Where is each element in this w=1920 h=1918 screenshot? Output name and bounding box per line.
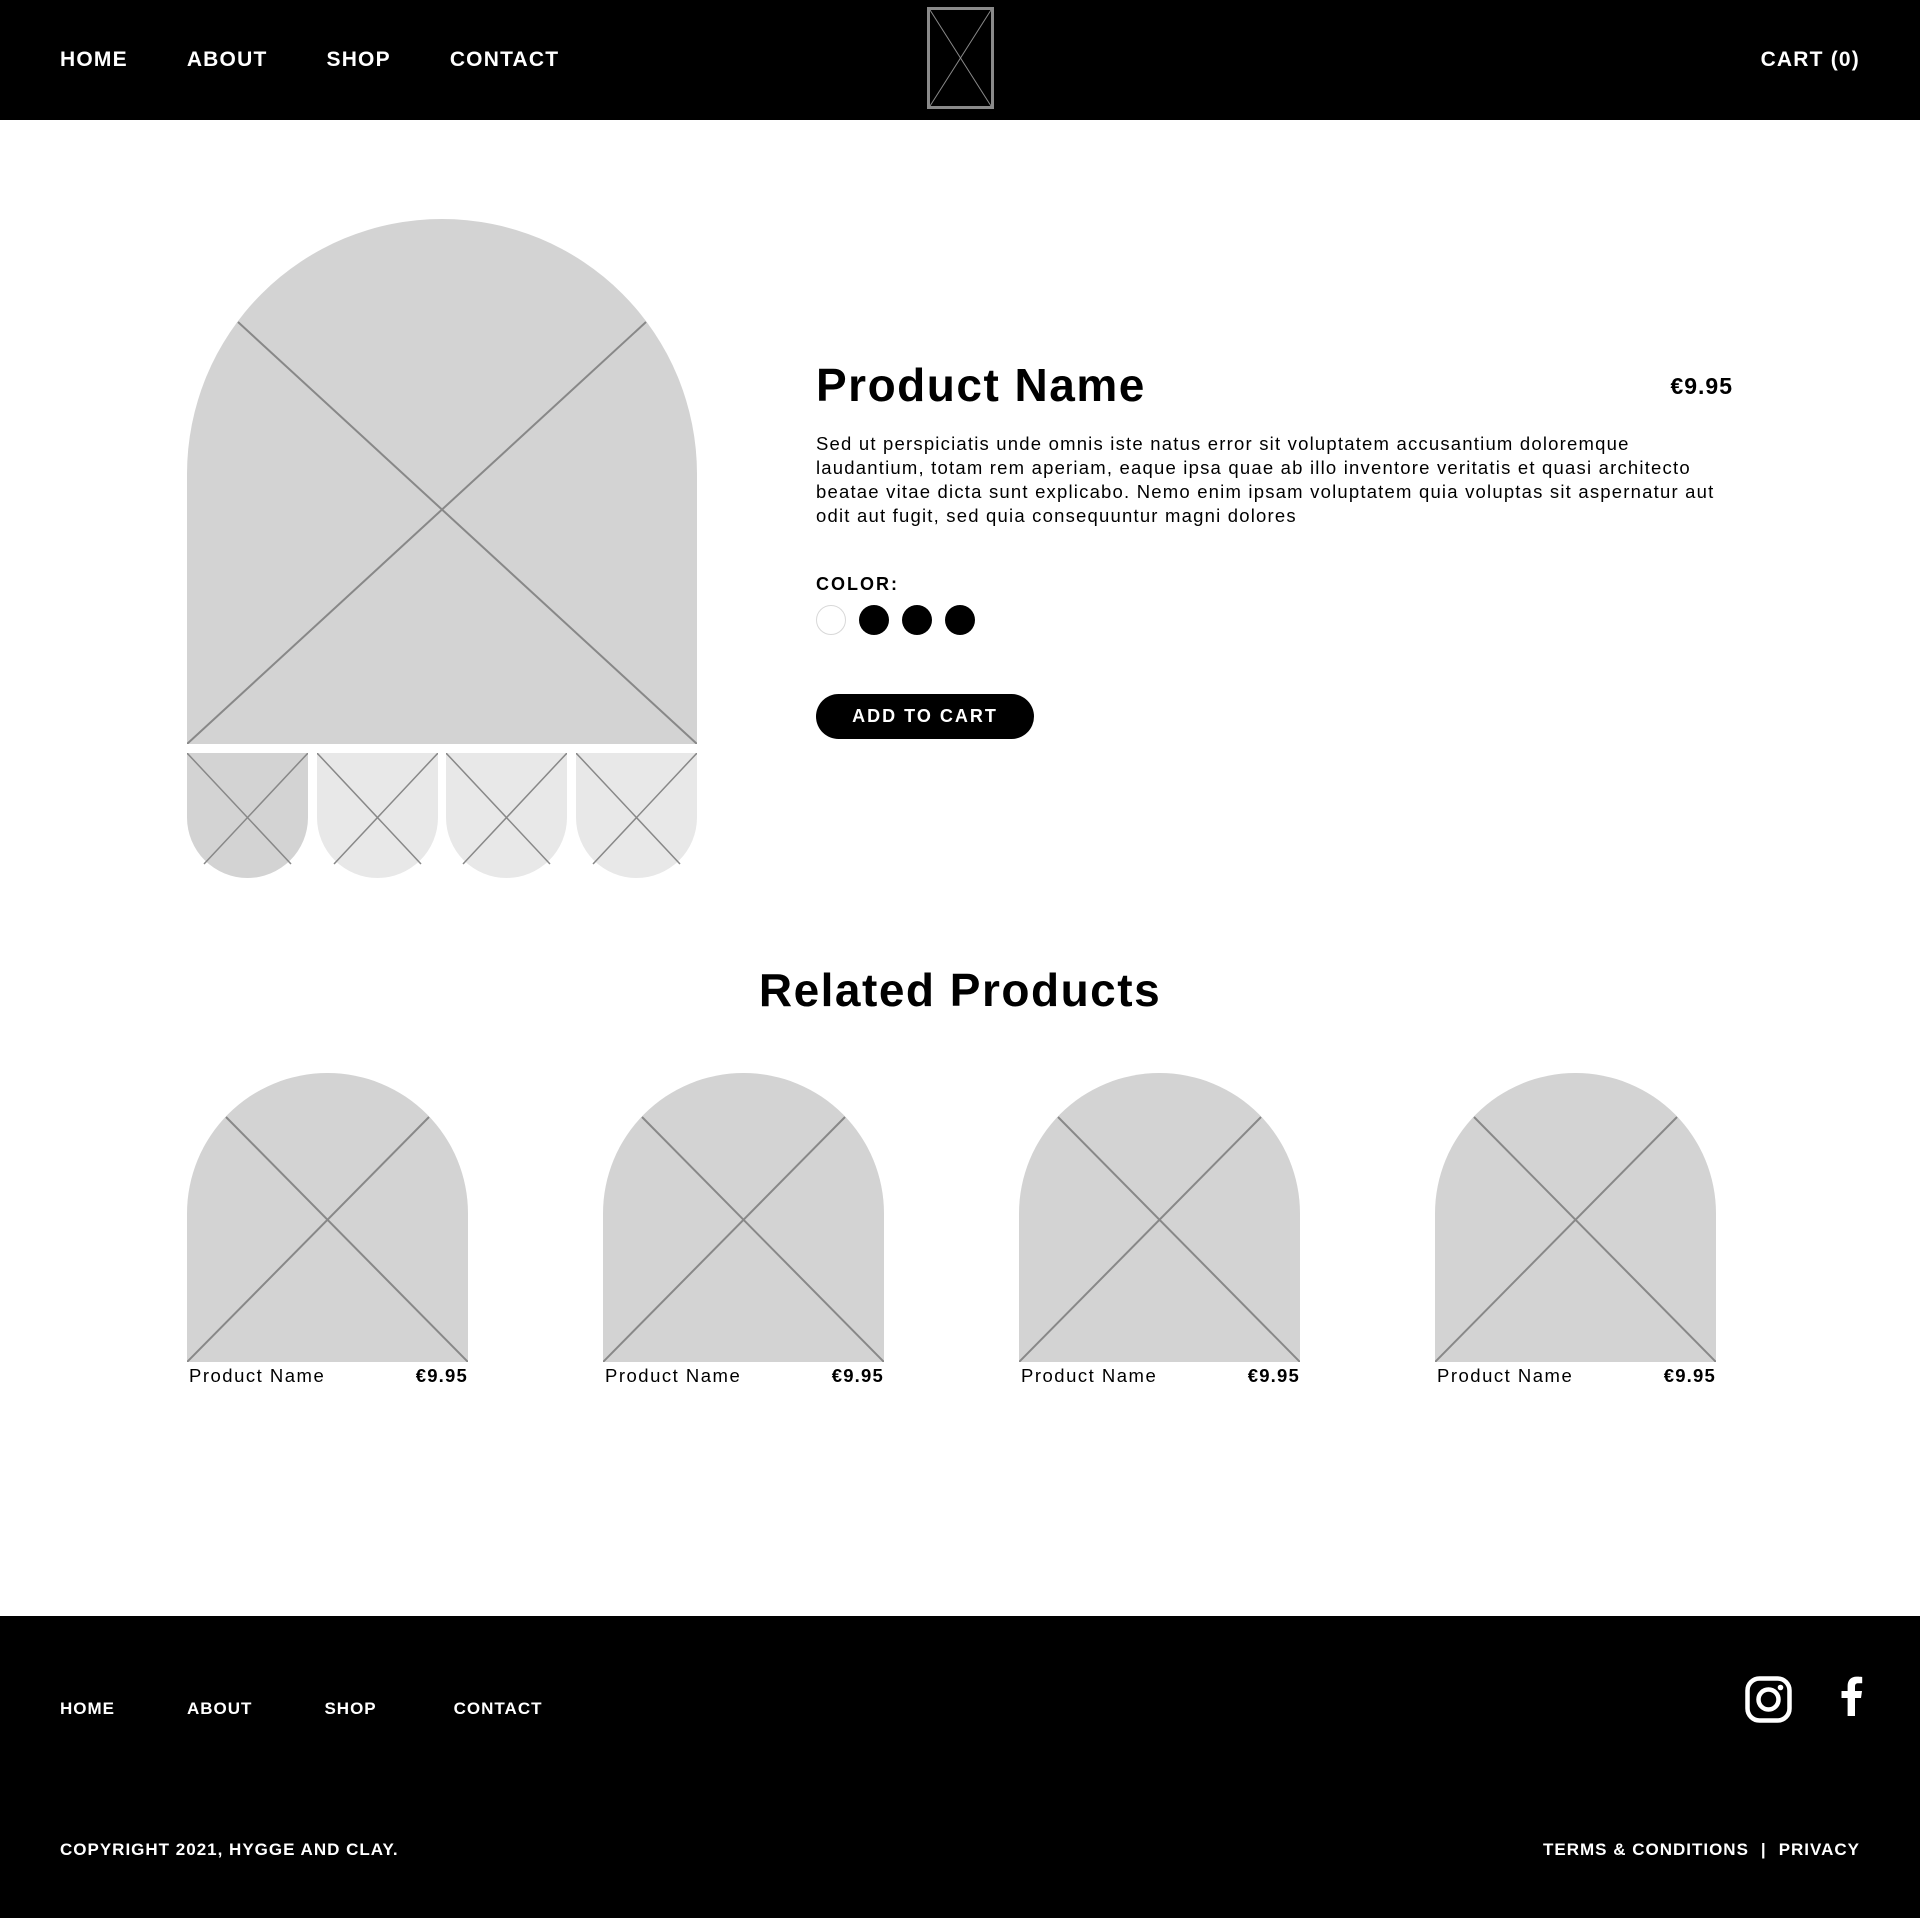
color-swatch-black-2[interactable] — [902, 605, 932, 635]
cart-link[interactable]: CART (0) — [1761, 47, 1860, 73]
related-product-image[interactable] — [603, 1073, 884, 1362]
nav-contact-link[interactable]: CONTACT — [450, 47, 560, 73]
thumbnail-2[interactable] — [317, 753, 438, 878]
related-product-price: €9.95 — [1247, 1365, 1300, 1386]
nav-shop-link[interactable]: SHOP — [326, 47, 390, 73]
related-product-card[interactable]: Product Name €9.95 — [187, 1073, 468, 1394]
related-product-name[interactable]: Product Name — [605, 1364, 741, 1388]
add-to-cart-button[interactable]: ADD TO CART — [816, 694, 1034, 739]
related-product-card[interactable]: Product Name €9.95 — [603, 1073, 884, 1394]
color-label: COLOR: — [816, 574, 899, 594]
color-swatch-black-3[interactable] — [945, 605, 975, 635]
nav-about-link[interactable]: ABOUT — [187, 47, 268, 73]
product-thumbnails — [187, 753, 697, 878]
related-product-image[interactable] — [187, 1073, 468, 1362]
instagram-icon[interactable] — [1745, 1676, 1792, 1723]
related-product-name[interactable]: Product Name — [189, 1364, 325, 1388]
product-price: €9.95 — [1670, 373, 1733, 399]
legal-separator: | — [1760, 1840, 1767, 1859]
terms-link[interactable]: TERMS & CONDITIONS — [1543, 1839, 1749, 1861]
footer-home-link[interactable]: HOME — [60, 1698, 115, 1720]
footer-shop-link[interactable]: SHOP — [324, 1698, 376, 1720]
related-product-price: €9.95 — [831, 1365, 884, 1386]
related-products-heading: Related Products — [758, 964, 1162, 1016]
related-product-price: €9.95 — [1663, 1365, 1716, 1386]
color-swatch-black-1[interactable] — [859, 605, 889, 635]
related-product-price: €9.95 — [415, 1365, 468, 1386]
footer-nav: HOME ABOUT SHOP CONTACT — [60, 1698, 542, 1720]
related-product-image[interactable] — [1019, 1073, 1300, 1362]
footer-contact-link[interactable]: CONTACT — [454, 1698, 543, 1720]
related-product-name[interactable]: Product Name — [1021, 1364, 1157, 1388]
product-title: Product Name — [816, 359, 1146, 411]
related-product-card[interactable]: Product Name €9.95 — [1435, 1073, 1716, 1394]
main-nav: HOME ABOUT SHOP CONTACT — [60, 47, 618, 73]
legal-links: TERMS & CONDITIONS | PRIVACY — [1543, 1839, 1860, 1861]
related-product-image[interactable] — [1435, 1073, 1716, 1362]
related-product-card[interactable]: Product Name €9.95 — [1019, 1073, 1300, 1394]
site-header: HOME ABOUT SHOP CONTACT CART (0) — [0, 0, 1920, 120]
copyright-text: COPYRIGHT 2021, HYGGE AND CLAY. — [60, 1840, 399, 1859]
thumbnail-4[interactable] — [576, 753, 697, 878]
related-product-name[interactable]: Product Name — [1437, 1364, 1573, 1388]
nav-home-link[interactable]: HOME — [60, 47, 128, 73]
color-swatches — [816, 605, 988, 635]
thumbnail-1[interactable] — [187, 753, 308, 878]
privacy-link[interactable]: PRIVACY — [1779, 1839, 1860, 1861]
thumbnail-3[interactable] — [446, 753, 567, 878]
color-swatch-white[interactable] — [816, 605, 846, 635]
site-footer: HOME ABOUT SHOP CONTACT COPYRIGHT 2021, … — [0, 1616, 1920, 1918]
product-description: Sed ut perspiciatis unde omnis iste natu… — [816, 433, 1715, 526]
facebook-icon[interactable] — [1838, 1676, 1864, 1716]
product-main-image — [187, 219, 697, 744]
logo-placeholder-icon[interactable] — [927, 7, 994, 109]
footer-about-link[interactable]: ABOUT — [187, 1698, 252, 1720]
